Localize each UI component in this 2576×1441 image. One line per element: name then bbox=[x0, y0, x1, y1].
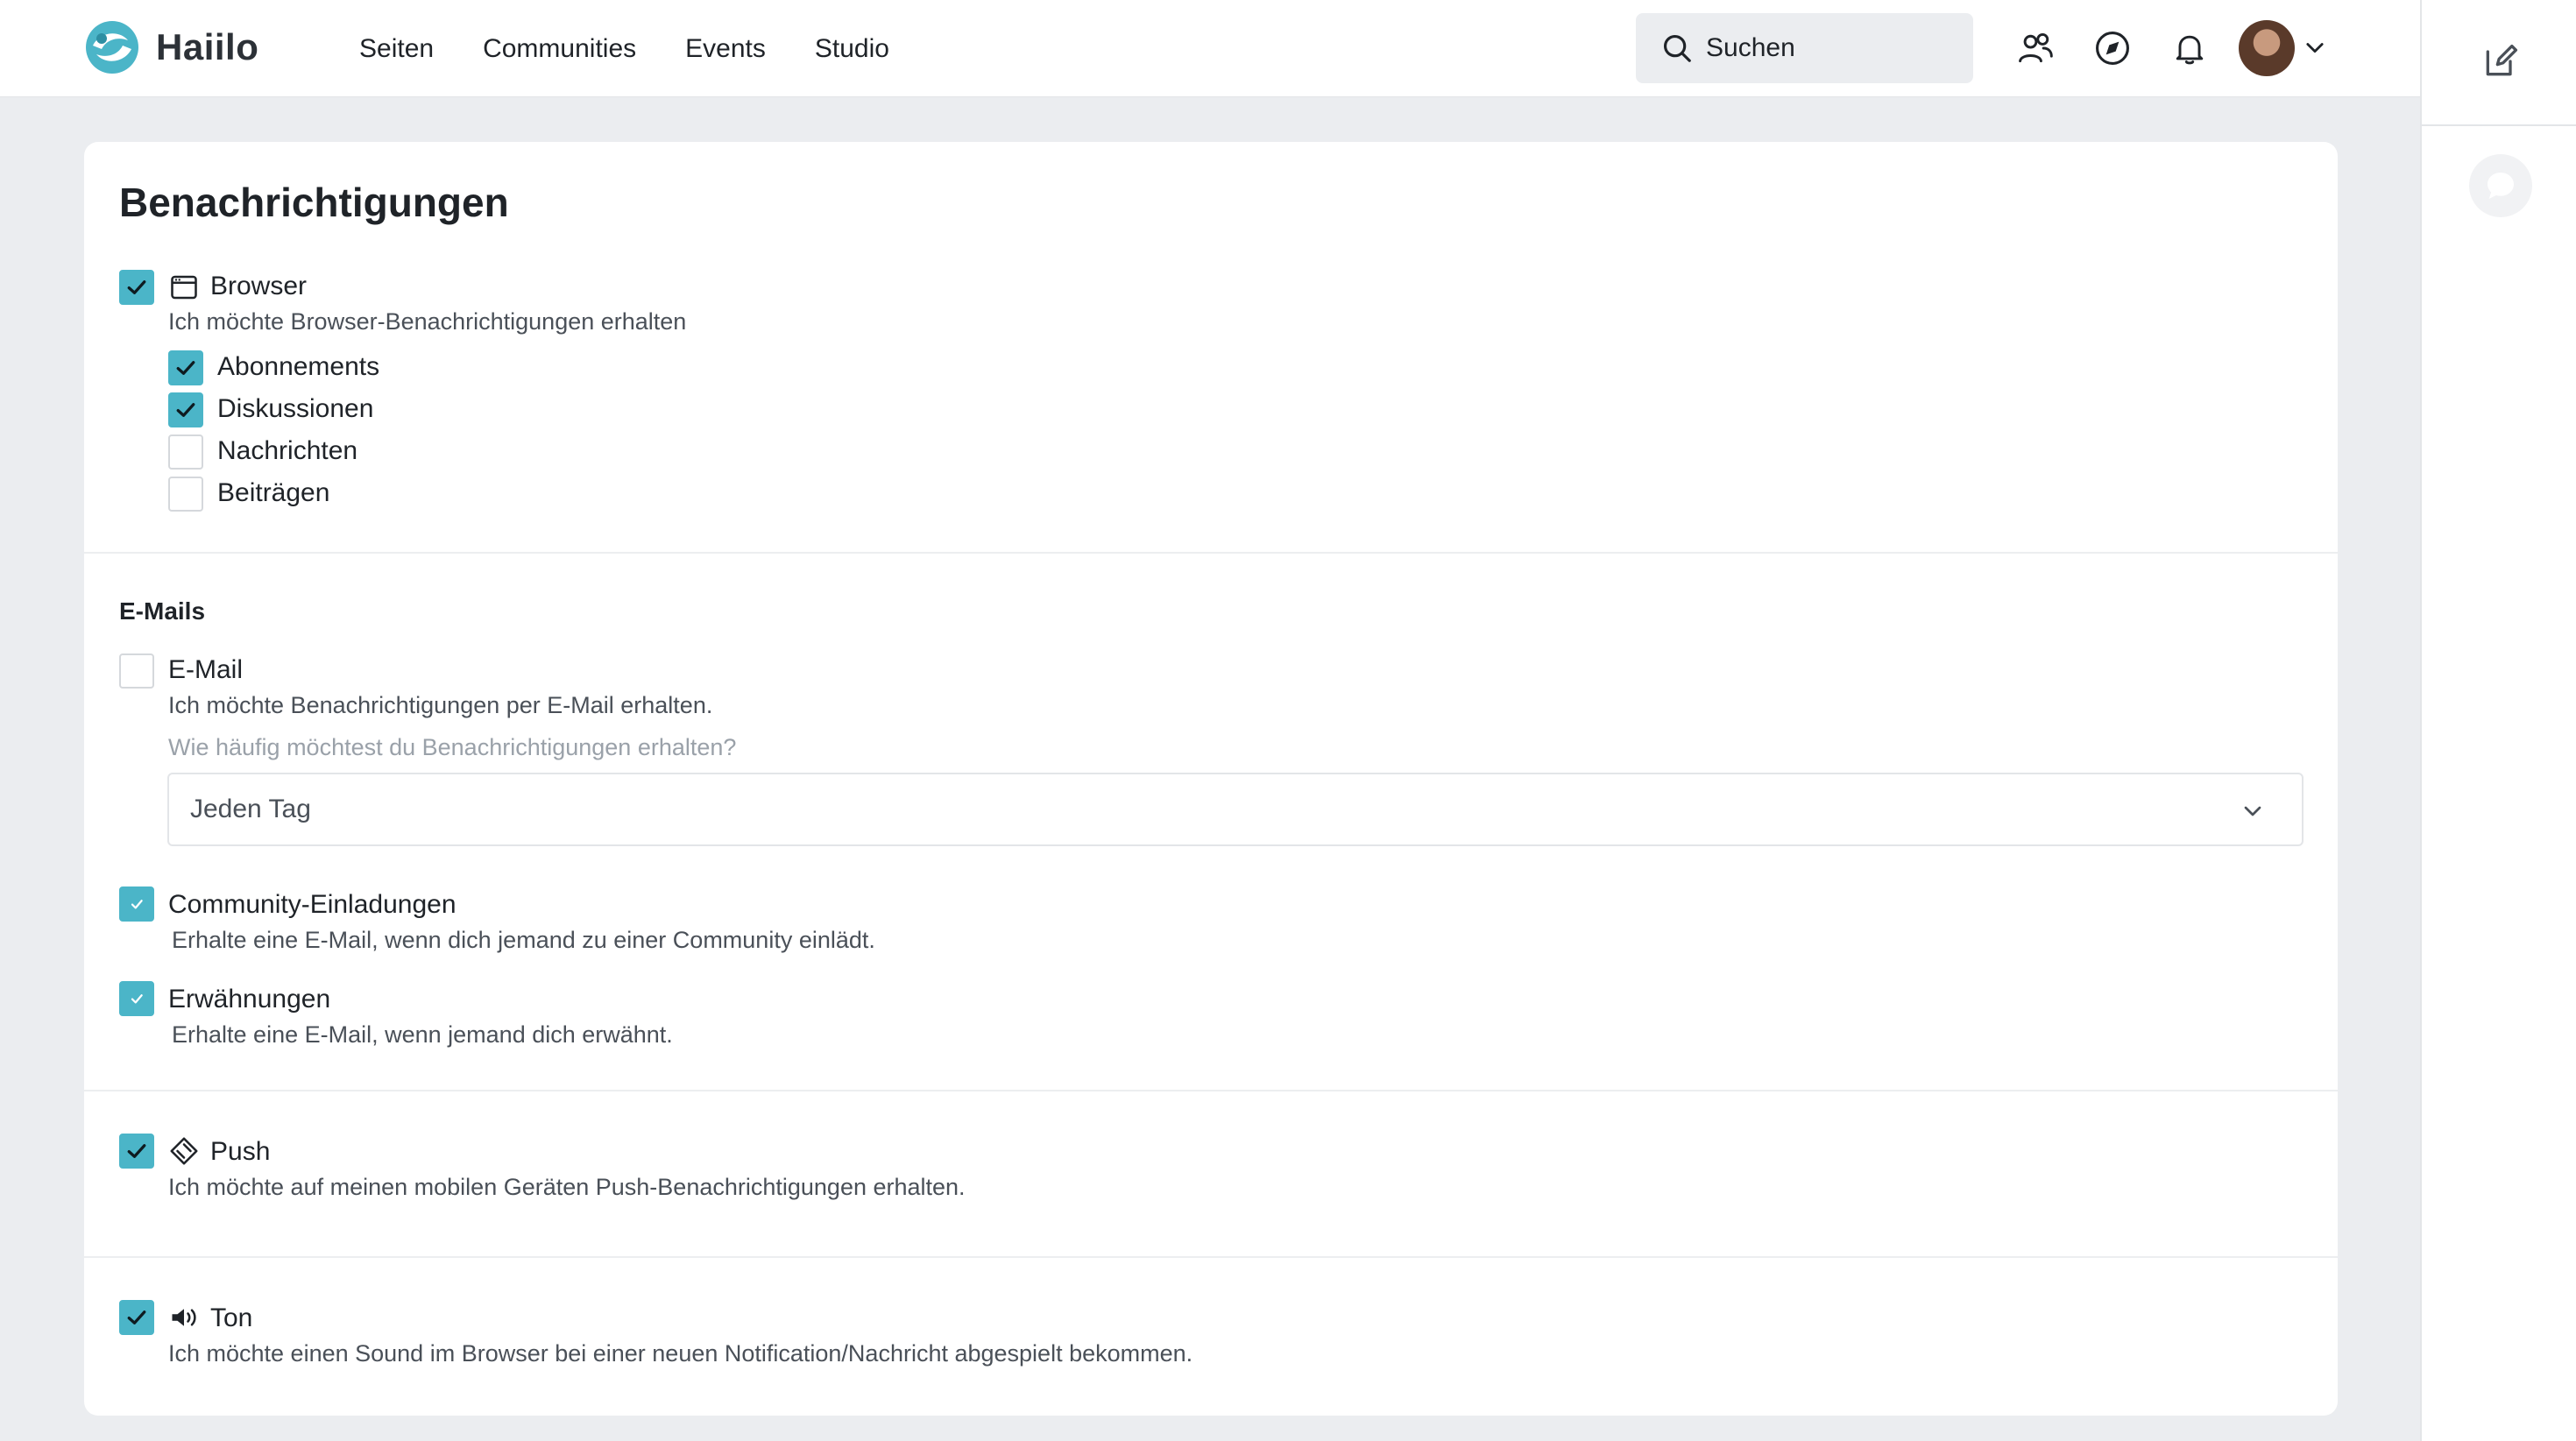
search-box[interactable]: Suchen bbox=[1636, 13, 1973, 83]
sound-description: Ich möchte einen Sound im Browser bei ei… bbox=[168, 1340, 1193, 1367]
search-placeholder: Suchen bbox=[1706, 33, 1795, 62]
mentions-checkbox[interactable] bbox=[119, 981, 154, 1016]
email-checkbox[interactable] bbox=[119, 653, 154, 689]
checkmark-icon bbox=[131, 994, 143, 1004]
browser-window-icon bbox=[171, 275, 197, 300]
bell-icon bbox=[2176, 35, 2204, 65]
nav-item-communities[interactable]: Communities bbox=[483, 34, 636, 64]
nav-item-seiten[interactable]: Seiten bbox=[359, 34, 434, 64]
checkmark-icon bbox=[127, 1144, 146, 1158]
section-divider bbox=[84, 1256, 2338, 1258]
email-frequency-question: Wie häufig möchtest du Benachrichtigunge… bbox=[168, 734, 737, 760]
email-description: Ich möchte Benachrichtigungen per E-Mail… bbox=[168, 692, 713, 718]
compass-icon bbox=[2096, 32, 2129, 65]
browser-label: Browser bbox=[210, 272, 308, 300]
nachrichten-checkbox[interactable] bbox=[168, 434, 203, 470]
push-checkbox[interactable] bbox=[119, 1134, 154, 1169]
main-nav: Seiten Communities Events Studio bbox=[359, 0, 938, 97]
abonnements-label: Abonnements bbox=[217, 352, 380, 381]
haiilo-logo[interactable]: Haiilo bbox=[84, 19, 258, 75]
community-invites-label: Community-Einladungen bbox=[168, 890, 456, 919]
logo-icon bbox=[86, 21, 138, 74]
notifications-card: Benachrichtigungen Browser Ich möchte Br… bbox=[84, 142, 2338, 1416]
mentions-description: Erhalte eine E-Mail, wenn jemand dich er… bbox=[172, 1021, 673, 1048]
emails-heading: E-Mails bbox=[119, 597, 206, 625]
sound-label: Ton bbox=[210, 1303, 253, 1332]
checkmark-icon bbox=[176, 361, 195, 375]
speaker-icon bbox=[172, 1309, 196, 1326]
nachrichten-label: Nachrichten bbox=[217, 436, 358, 465]
section-divider bbox=[84, 552, 2338, 554]
notifications-button[interactable] bbox=[2168, 26, 2212, 70]
explore-button[interactable] bbox=[2091, 26, 2134, 70]
chevron-down-icon bbox=[2244, 806, 2261, 816]
browser-checkbox[interactable] bbox=[119, 270, 154, 305]
checkmark-icon bbox=[127, 1310, 146, 1324]
nav-item-studio[interactable]: Studio bbox=[815, 34, 889, 64]
page-title: Benachrichtigungen bbox=[119, 180, 509, 225]
chat-icon bbox=[2488, 173, 2514, 199]
people-icon bbox=[2019, 32, 2053, 63]
diskussionen-checkbox[interactable] bbox=[168, 392, 203, 427]
push-label: Push bbox=[210, 1137, 271, 1166]
avatar[interactable] bbox=[2239, 20, 2295, 76]
search-icon bbox=[1663, 34, 1691, 62]
sidebar-divider bbox=[2422, 124, 2576, 126]
browser-description: Ich möchte Browser-Benachrichtigungen er… bbox=[168, 308, 687, 335]
checkmark-icon bbox=[127, 280, 146, 294]
colleagues-button[interactable] bbox=[2013, 26, 2057, 70]
top-navigation-bar: Haiilo Seiten Communities Events Studio … bbox=[0, 0, 2420, 97]
email-frequency-select[interactable]: Jeden Tag bbox=[167, 773, 2304, 846]
diskussionen-label: Diskussionen bbox=[217, 394, 374, 423]
community-invites-description: Erhalte eine E-Mail, wenn dich jemand zu… bbox=[172, 927, 875, 953]
nav-item-events[interactable]: Events bbox=[685, 34, 766, 64]
logo-text: Haiilo bbox=[156, 26, 259, 67]
push-description: Ich möchte auf meinen mobilen Geräten Pu… bbox=[168, 1174, 966, 1200]
right-sidebar bbox=[2420, 0, 2576, 1441]
edit-icon[interactable] bbox=[2481, 42, 2520, 81]
email-frequency-value: Jeden Tag bbox=[190, 795, 311, 823]
chevron-down-icon[interactable] bbox=[2303, 35, 2327, 60]
chat-button[interactable] bbox=[2469, 154, 2532, 217]
section-divider bbox=[84, 1090, 2338, 1091]
community-invites-checkbox[interactable] bbox=[119, 886, 154, 922]
abonnements-checkbox[interactable] bbox=[168, 350, 203, 385]
sound-checkbox[interactable] bbox=[119, 1300, 154, 1335]
beitraegen-label: Beiträgen bbox=[217, 478, 330, 507]
email-label: E-Mail bbox=[168, 655, 244, 684]
beitraegen-checkbox[interactable] bbox=[168, 477, 203, 512]
mentions-label: Erwähnungen bbox=[168, 985, 331, 1014]
mobile-device-icon bbox=[170, 1137, 198, 1165]
checkmark-icon bbox=[131, 900, 143, 909]
checkmark-icon bbox=[176, 403, 195, 417]
